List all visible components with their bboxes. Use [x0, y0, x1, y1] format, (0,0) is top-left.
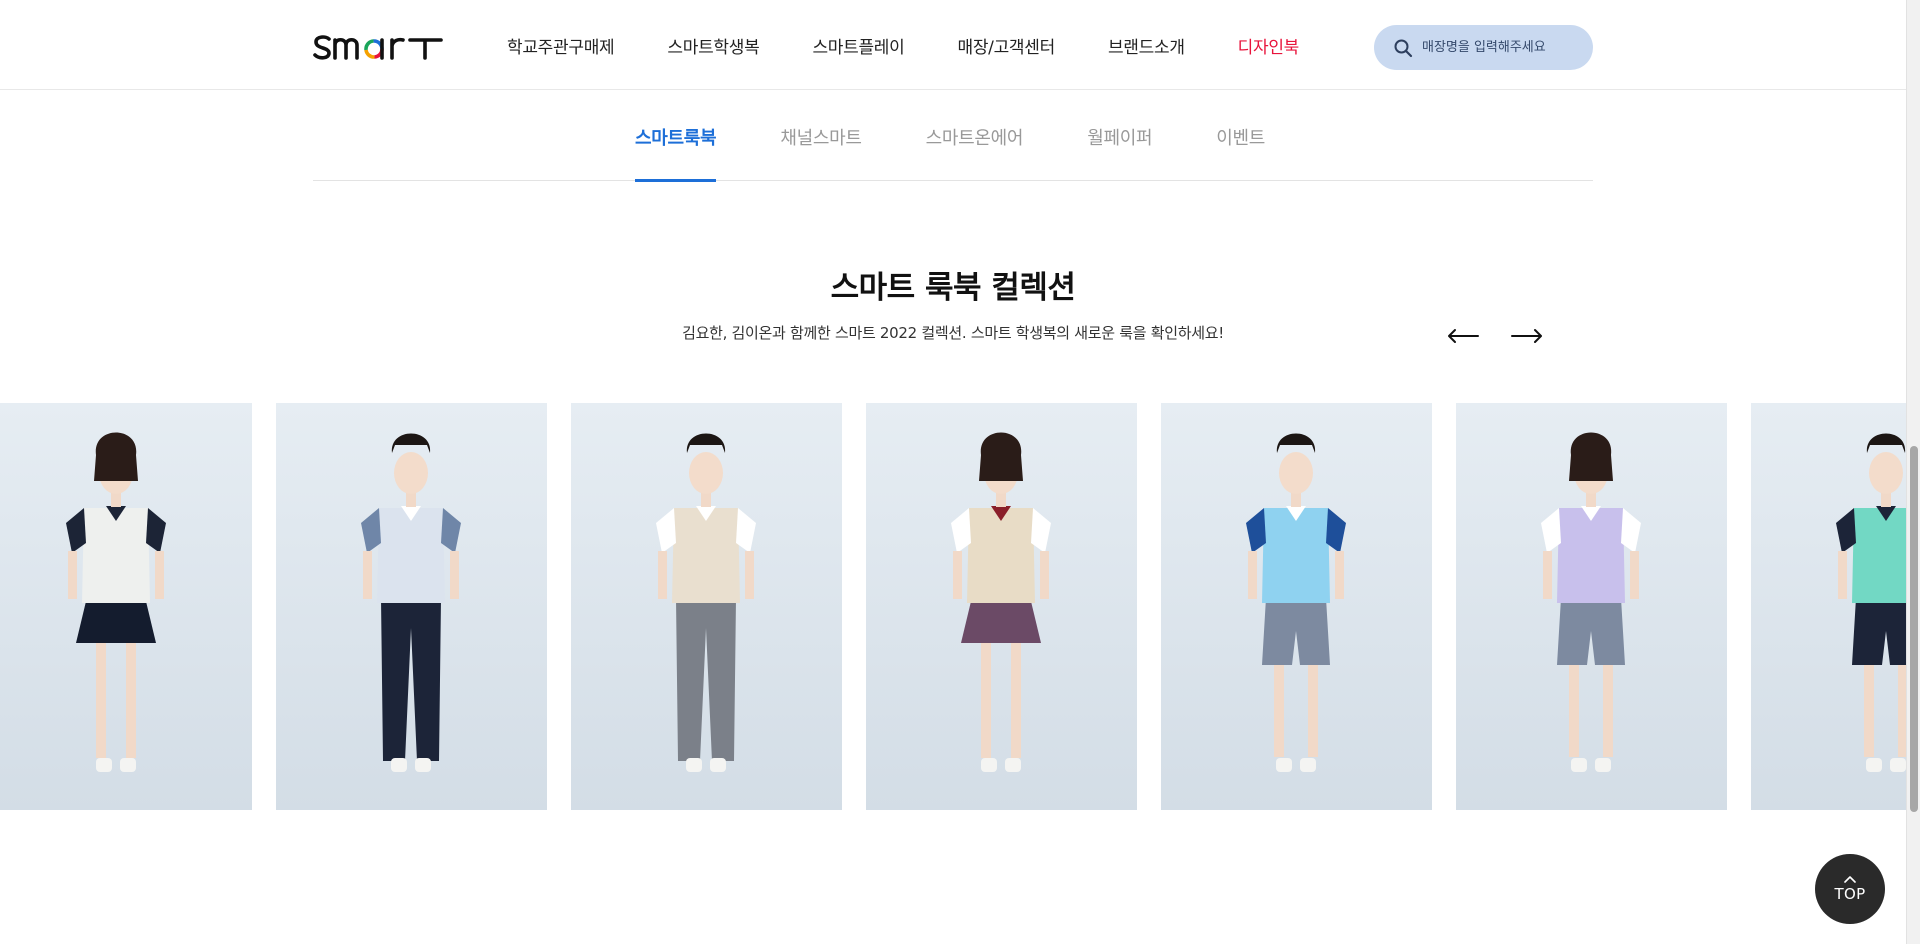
lookbook-photo — [1456, 403, 1727, 810]
lookbook-photo — [1161, 403, 1432, 810]
tab-smart-lookbook[interactable]: 스마트룩북 — [635, 90, 717, 182]
store-search[interactable] — [1374, 25, 1593, 70]
nav-item-store-support[interactable]: 매장/고객센터 — [957, 33, 1055, 58]
lookbook-card[interactable] — [276, 403, 547, 810]
tab-event[interactable]: 이벤트 — [1216, 90, 1265, 181]
search-input[interactable] — [1422, 40, 1582, 55]
lookbook-card[interactable] — [866, 403, 1137, 810]
smart-logo[interactable] — [313, 26, 445, 60]
lookbook-card[interactable] — [1456, 403, 1727, 810]
nav-item-design-book[interactable]: 디자인북 — [1238, 33, 1300, 58]
page-scrollbar[interactable] — [1906, 0, 1920, 944]
main-nav: 학교주관구매제 스마트학생복 스마트플레이 매장/고객센터 브랜드소개 디자인북 — [507, 33, 1300, 58]
section-title: 스마트 룩북 컬렉션 — [830, 270, 1076, 306]
lookbook-card[interactable] — [1751, 403, 1906, 810]
search-icon[interactable] — [1392, 37, 1414, 59]
carousel-prev-button[interactable] — [1446, 322, 1480, 350]
lookbook-photo — [571, 403, 842, 810]
sub-tab-bar: 스마트룩북 채널스마트 스마트온에어 월페이퍼 이벤트 — [313, 90, 1593, 182]
site-header: 학교주관구매제 스마트학생복 스마트플레이 매장/고객센터 브랜드소개 디자인북 — [0, 0, 1906, 90]
carousel-controls — [1446, 322, 1544, 350]
lookbook-card[interactable] — [571, 403, 842, 810]
nav-item-brand-intro[interactable]: 브랜드소개 — [1108, 33, 1185, 58]
lookbook-photo — [866, 403, 1137, 810]
nav-item-smart-play[interactable]: 스마트플레이 — [812, 33, 904, 58]
chevron-up-icon — [1844, 875, 1856, 883]
lookbook-photo — [1751, 403, 1906, 810]
arrow-right-icon — [1511, 329, 1542, 343]
tab-smart-on-air[interactable]: 스마트온에어 — [926, 90, 1024, 181]
scrollbar-thumb[interactable] — [1910, 446, 1918, 812]
lookbook-card[interactable] — [1161, 403, 1432, 810]
top-button-label: TOP — [1834, 884, 1866, 903]
nav-item-school-purchase[interactable]: 학교주관구매제 — [507, 33, 615, 58]
lookbook-card[interactable] — [0, 403, 252, 810]
scroll-top-button[interactable]: TOP — [1815, 854, 1885, 924]
carousel-next-button[interactable] — [1510, 322, 1544, 350]
lookbook-photo — [0, 403, 252, 810]
lookbook-carousel[interactable] — [0, 403, 1906, 810]
logo-mark — [313, 35, 443, 60]
tab-wallpaper[interactable]: 월페이퍼 — [1087, 90, 1152, 181]
arrow-left-icon — [1448, 329, 1479, 343]
tab-channel-smart[interactable]: 채널스마트 — [780, 90, 862, 181]
nav-item-smart-uniform[interactable]: 스마트학생복 — [667, 33, 759, 58]
section-description: 김요한, 김이온과 함께한 스마트 2022 컬렉션. 스마트 학생복의 새로운… — [682, 324, 1224, 342]
lookbook-photo — [276, 403, 547, 810]
